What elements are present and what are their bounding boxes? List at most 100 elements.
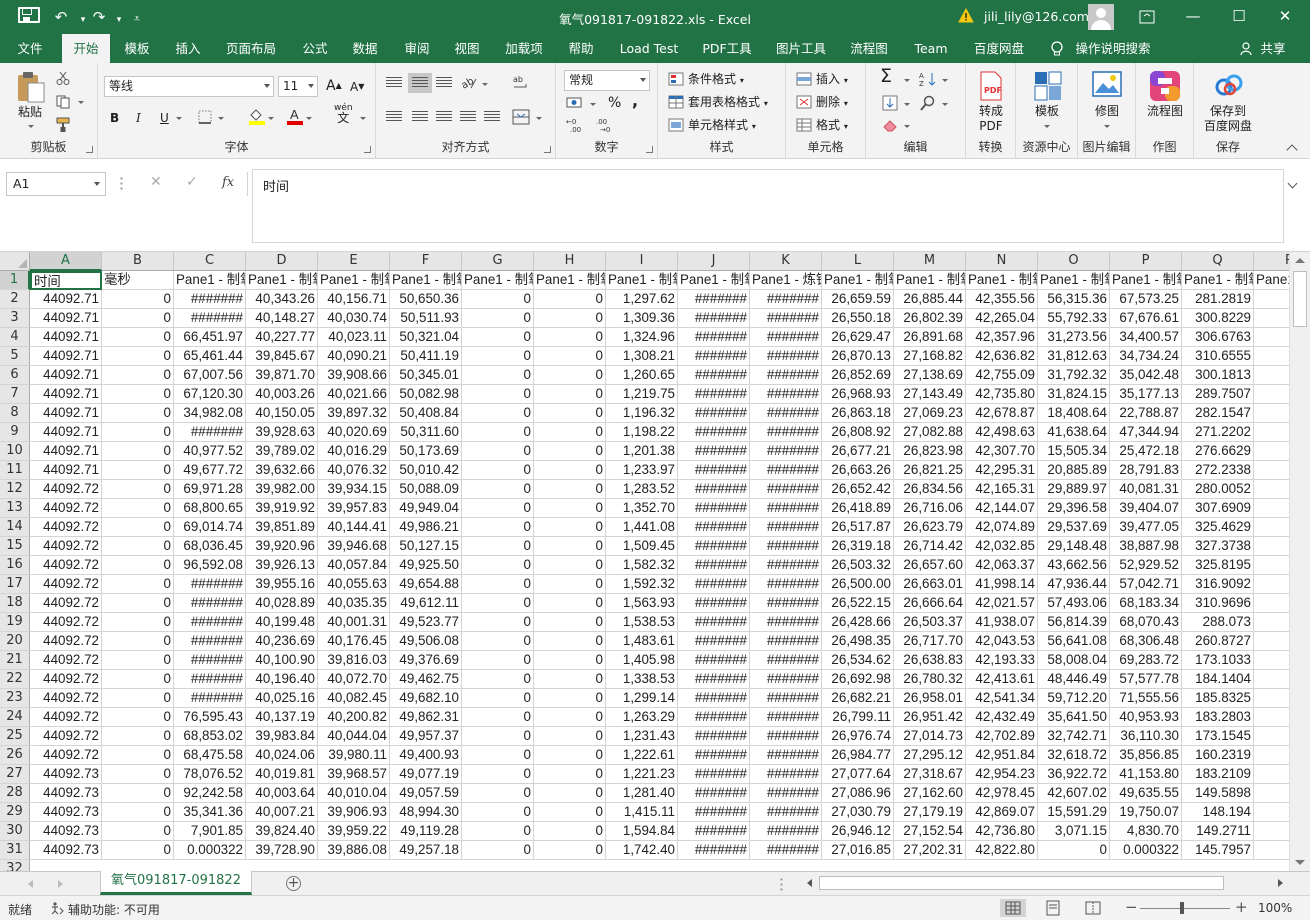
table-cell[interactable]: #######	[750, 480, 822, 499]
header-cell[interactable]: 时间	[30, 271, 102, 290]
table-cell[interactable]: 0	[462, 727, 534, 746]
table-cell[interactable]: 39,404.07	[1110, 499, 1182, 518]
table-cell[interactable]: 27,318.67	[894, 765, 966, 784]
table-cell[interactable]: 0	[462, 651, 534, 670]
table-cell[interactable]: 47,936.44	[1038, 575, 1110, 594]
table-cell[interactable]: 310.9696	[1182, 594, 1254, 613]
table-cell[interactable]: #######	[174, 423, 246, 442]
table-cell[interactable]: 26,428.66	[822, 613, 894, 632]
table-cell[interactable]: 184.1404	[1182, 670, 1254, 689]
table-cell[interactable]: 17,3	[1254, 480, 1289, 499]
table-cell[interactable]: #######	[678, 347, 750, 366]
table-cell[interactable]: 56,315.36	[1038, 290, 1110, 309]
table-cell[interactable]: 22,788.87	[1110, 404, 1182, 423]
table-cell[interactable]: 44092.71	[30, 461, 102, 480]
table-cell[interactable]: 68,070.43	[1110, 613, 1182, 632]
table-cell[interactable]: 50,511.93	[390, 309, 462, 328]
save-to-netdisk-button[interactable]: 保存到 百度网盘	[1194, 104, 1262, 134]
vertical-scrollbar[interactable]	[1289, 252, 1310, 871]
table-cell[interactable]: 42,074.89	[966, 518, 1038, 537]
table-cell[interactable]: 0	[462, 765, 534, 784]
table-cell[interactable]: 42,636.82	[966, 347, 1038, 366]
table-cell[interactable]: 42,144.07	[966, 499, 1038, 518]
table-cell[interactable]: 17,3	[1254, 423, 1289, 442]
table-cell[interactable]: 17,3	[1254, 366, 1289, 385]
table-cell[interactable]: 17,3	[1254, 290, 1289, 309]
table-cell[interactable]: 57,577.78	[1110, 670, 1182, 689]
table-cell[interactable]: 0	[534, 309, 606, 328]
table-cell[interactable]: 4,830.70	[1110, 822, 1182, 841]
table-cell[interactable]: 0	[462, 385, 534, 404]
table-cell[interactable]: 44092.73	[30, 822, 102, 841]
table-cell[interactable]: 50,127.15	[390, 537, 462, 556]
table-cell[interactable]: 40,076.32	[318, 461, 390, 480]
table-cell[interactable]: #######	[678, 518, 750, 537]
decrease-indent-icon[interactable]	[460, 111, 476, 123]
row-header-7[interactable]: 7	[0, 385, 30, 404]
row-header-31[interactable]: 31	[0, 841, 30, 860]
table-cell[interactable]: 29,396.58	[1038, 499, 1110, 518]
table-cell[interactable]: 27,016.85	[822, 841, 894, 860]
table-cell[interactable]: 26,808.92	[822, 423, 894, 442]
table-cell[interactable]: 42,869.07	[966, 803, 1038, 822]
table-cell[interactable]: 0	[462, 366, 534, 385]
table-cell[interactable]: 49,949.04	[390, 499, 462, 518]
table-cell[interactable]: 39,946.68	[318, 537, 390, 556]
align-middle-icon[interactable]	[408, 73, 432, 93]
row-header-3[interactable]: 3	[0, 309, 30, 328]
row-header-6[interactable]: 6	[0, 366, 30, 385]
table-cell[interactable]: 0	[102, 803, 174, 822]
table-cell[interactable]: 40,010.04	[318, 784, 390, 803]
table-cell[interactable]: 57,042.71	[1110, 575, 1182, 594]
paste-icon[interactable]	[16, 71, 46, 103]
table-cell[interactable]: 26,500.00	[822, 575, 894, 594]
column-header-d[interactable]: D	[246, 252, 318, 271]
cell-styles-button[interactable]: 单元格样式 ▾	[688, 116, 756, 136]
percent-button[interactable]: %	[608, 94, 621, 112]
table-cell[interactable]: 40,150.05	[246, 404, 318, 423]
row-header-24[interactable]: 24	[0, 708, 30, 727]
row-header-12[interactable]: 12	[0, 480, 30, 499]
table-cell[interactable]: 26,522.15	[822, 594, 894, 613]
table-cell[interactable]: #######	[750, 632, 822, 651]
table-cell[interactable]: 0	[534, 746, 606, 765]
table-cell[interactable]: 272.2338	[1182, 461, 1254, 480]
tab-baidu-netdisk[interactable]: 百度网盘	[968, 34, 1030, 63]
table-cell[interactable]: 183.2109	[1182, 765, 1254, 784]
table-cell[interactable]: 26,716.06	[894, 499, 966, 518]
table-cell[interactable]: 1,592.32	[606, 575, 678, 594]
header-cell[interactable]: Pane1 - 制氧	[246, 271, 318, 290]
table-cell[interactable]: 26,714.42	[894, 537, 966, 556]
table-cell[interactable]: 0	[462, 746, 534, 765]
table-cell[interactable]: #######	[750, 347, 822, 366]
table-cell[interactable]: 17,3	[1254, 651, 1289, 670]
table-cell[interactable]: 44092.73	[30, 803, 102, 822]
table-cell[interactable]: 44092.72	[30, 480, 102, 499]
table-cell[interactable]: 50,650.36	[390, 290, 462, 309]
table-cell[interactable]: 26,799.11	[822, 708, 894, 727]
table-cell[interactable]: 39,920.96	[246, 537, 318, 556]
table-cell[interactable]: 32,742.71	[1038, 727, 1110, 746]
table-cell[interactable]: 0	[462, 556, 534, 575]
table-cell[interactable]: 67,120.30	[174, 385, 246, 404]
table-cell[interactable]: 42,541.34	[966, 689, 1038, 708]
table-cell[interactable]: 44092.71	[30, 328, 102, 347]
table-cell[interactable]: 36,110.30	[1110, 727, 1182, 746]
table-cell[interactable]: 26,652.42	[822, 480, 894, 499]
table-cell[interactable]: 0	[462, 689, 534, 708]
table-cell[interactable]: 26,550.18	[822, 309, 894, 328]
table-cell[interactable]: #######	[678, 651, 750, 670]
table-cell[interactable]: 26,659.59	[822, 290, 894, 309]
table-cell[interactable]: 0.000322	[174, 841, 246, 860]
formula-input[interactable]: 时间	[252, 169, 1284, 243]
table-cell[interactable]: 39,845.67	[246, 347, 318, 366]
row-header-17[interactable]: 17	[0, 575, 30, 594]
table-cell[interactable]: 0	[462, 594, 534, 613]
grow-font-button[interactable]: A▲	[326, 77, 342, 95]
table-cell[interactable]: 0	[462, 803, 534, 822]
row-header-28[interactable]: 28	[0, 784, 30, 803]
table-cell[interactable]: 0	[534, 347, 606, 366]
tab-page-layout[interactable]: 页面布局	[218, 34, 284, 63]
table-cell[interactable]: 0	[102, 385, 174, 404]
tab-view[interactable]: 视图	[444, 34, 490, 63]
